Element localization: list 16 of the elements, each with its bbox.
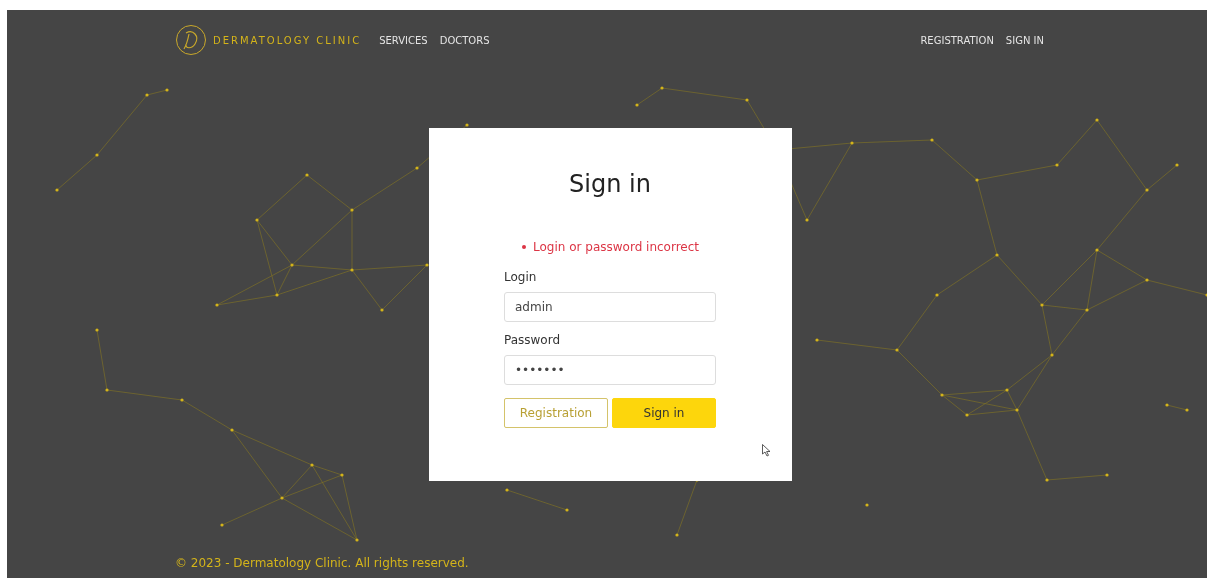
logo-icon <box>175 24 207 56</box>
bullet-icon <box>522 245 526 249</box>
input-field[interactable]: admin <box>504 292 716 322</box>
field-label: Password <box>504 332 562 349</box>
brand-name: DERMATOLOGY CLINIC <box>213 33 362 48</box>
footer-text: © 2023 - Dermatology Clinic. All rights reserved. <box>174 555 470 572</box>
nav-link[interactable]: SIGN IN <box>1005 32 1044 48</box>
cursor-icon <box>761 444 771 457</box>
nav-link[interactable]: SERVICES <box>379 32 428 48</box>
field-label: Login <box>504 269 538 286</box>
error-message: Login or password incorrect <box>533 239 700 256</box>
nav-link[interactable]: REGISTRATION <box>920 32 994 48</box>
form-title: Sign in <box>569 169 651 200</box>
sign-in-button[interactable]: Sign in <box>612 398 716 428</box>
input-field[interactable]: ••••••• <box>504 355 716 385</box>
nav-link[interactable]: DOCTORS <box>439 32 490 48</box>
